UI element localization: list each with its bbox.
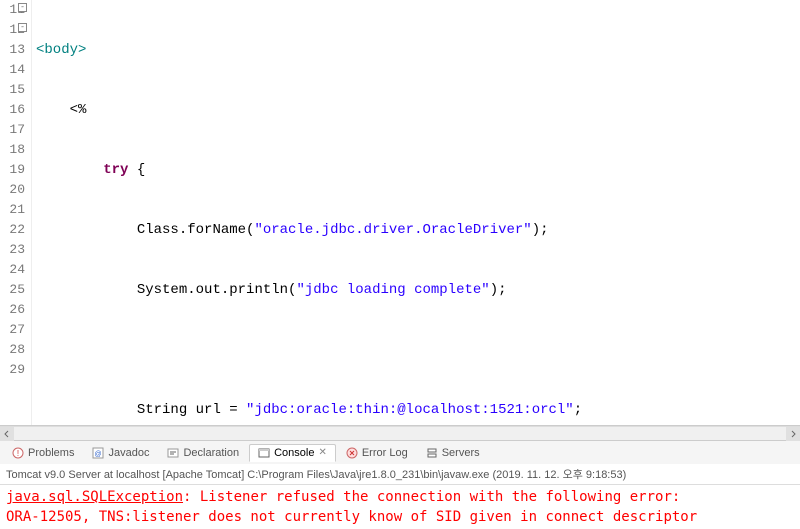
scroll-left-button[interactable] — [0, 427, 14, 441]
line-number: 22 — [4, 220, 25, 240]
line-number: 13 — [4, 40, 25, 60]
console-icon — [258, 447, 270, 459]
code-text: ); — [532, 222, 549, 238]
error-text: : Listener refused the connection with t… — [183, 489, 680, 505]
code-text: <body> — [36, 42, 86, 58]
scroll-right-button[interactable] — [786, 427, 800, 441]
problems-icon: ! — [12, 447, 24, 459]
tab-label: Servers — [442, 447, 480, 459]
code-keyword: try — [103, 162, 128, 178]
line-number: 25 — [4, 280, 25, 300]
line-number: 24 — [4, 260, 25, 280]
svg-text:@: @ — [95, 451, 102, 458]
tab-label: Declaration — [183, 447, 239, 459]
code-string: "jdbc loading complete" — [296, 282, 489, 298]
errorlog-icon — [346, 447, 358, 459]
fold-icon[interactable]: - — [18, 23, 27, 32]
tab-label: Javadoc — [108, 447, 149, 459]
line-number: 17 — [4, 120, 25, 140]
line-number: 21 — [4, 200, 25, 220]
tab-label: Error Log — [362, 447, 408, 459]
svg-text:!: ! — [17, 449, 19, 458]
code-text: <% — [70, 102, 87, 118]
line-number: 28 — [4, 340, 25, 360]
line-number: 19 — [4, 160, 25, 180]
code-editor[interactable]: 11- 12- 13 14 15 16 17 18 19 20 21 22 23… — [0, 0, 800, 426]
console-output[interactable]: java.sql.SQLException: Listener refused … — [0, 485, 800, 529]
line-number: 16 — [4, 100, 25, 120]
code-text: ); — [490, 282, 507, 298]
code-text: System.out.println( — [137, 282, 297, 298]
code-string: "jdbc:oracle:thin:@localhost:1521:orcl" — [246, 402, 574, 418]
line-number: 27 — [4, 320, 25, 340]
servers-icon — [426, 447, 438, 459]
error-text: ORA-12505, TNS:listener does not current… — [6, 509, 697, 525]
code-text: Class.forName( — [137, 222, 255, 238]
line-number: 11- — [4, 0, 25, 20]
tab-label: Console — [274, 447, 314, 459]
line-number: 20 — [4, 180, 25, 200]
code-text: { — [128, 162, 145, 178]
code-text: ; — [574, 402, 582, 418]
code-string: "oracle.jdbc.driver.OracleDriver" — [254, 222, 531, 238]
line-gutter: 11- 12- 13 14 15 16 17 18 19 20 21 22 23… — [0, 0, 32, 425]
line-number: 26 — [4, 300, 25, 320]
exception-link[interactable]: java.sql.SQLException — [6, 489, 183, 505]
views-tabbar: ! Problems @ Javadoc Declaration Console… — [0, 440, 800, 464]
tab-javadoc[interactable]: @ Javadoc — [84, 445, 157, 461]
javadoc-icon: @ — [92, 447, 104, 459]
code-text: String url = — [137, 402, 246, 418]
console-header: Tomcat v9.0 Server at localhost [Apache … — [0, 464, 800, 485]
close-icon[interactable]: ✕ — [318, 447, 326, 458]
line-number: 29 — [4, 360, 25, 380]
horizontal-scrollbar[interactable] — [0, 426, 800, 440]
tab-declaration[interactable]: Declaration — [159, 445, 247, 461]
line-number: 12- — [4, 20, 25, 40]
tab-servers[interactable]: Servers — [418, 445, 488, 461]
code-area[interactable]: <body> <% try { Class.forName("oracle.jd… — [32, 0, 800, 425]
line-number: 14 — [4, 60, 25, 80]
declaration-icon — [167, 447, 179, 459]
tab-problems[interactable]: ! Problems — [4, 445, 82, 461]
tab-error-log[interactable]: Error Log — [338, 445, 416, 461]
line-number: 15 — [4, 80, 25, 100]
tab-console[interactable]: Console ✕ — [249, 444, 336, 462]
line-number: 18 — [4, 140, 25, 160]
line-number: 23 — [4, 240, 25, 260]
tab-label: Problems — [28, 447, 74, 459]
fold-icon[interactable]: - — [18, 3, 27, 12]
